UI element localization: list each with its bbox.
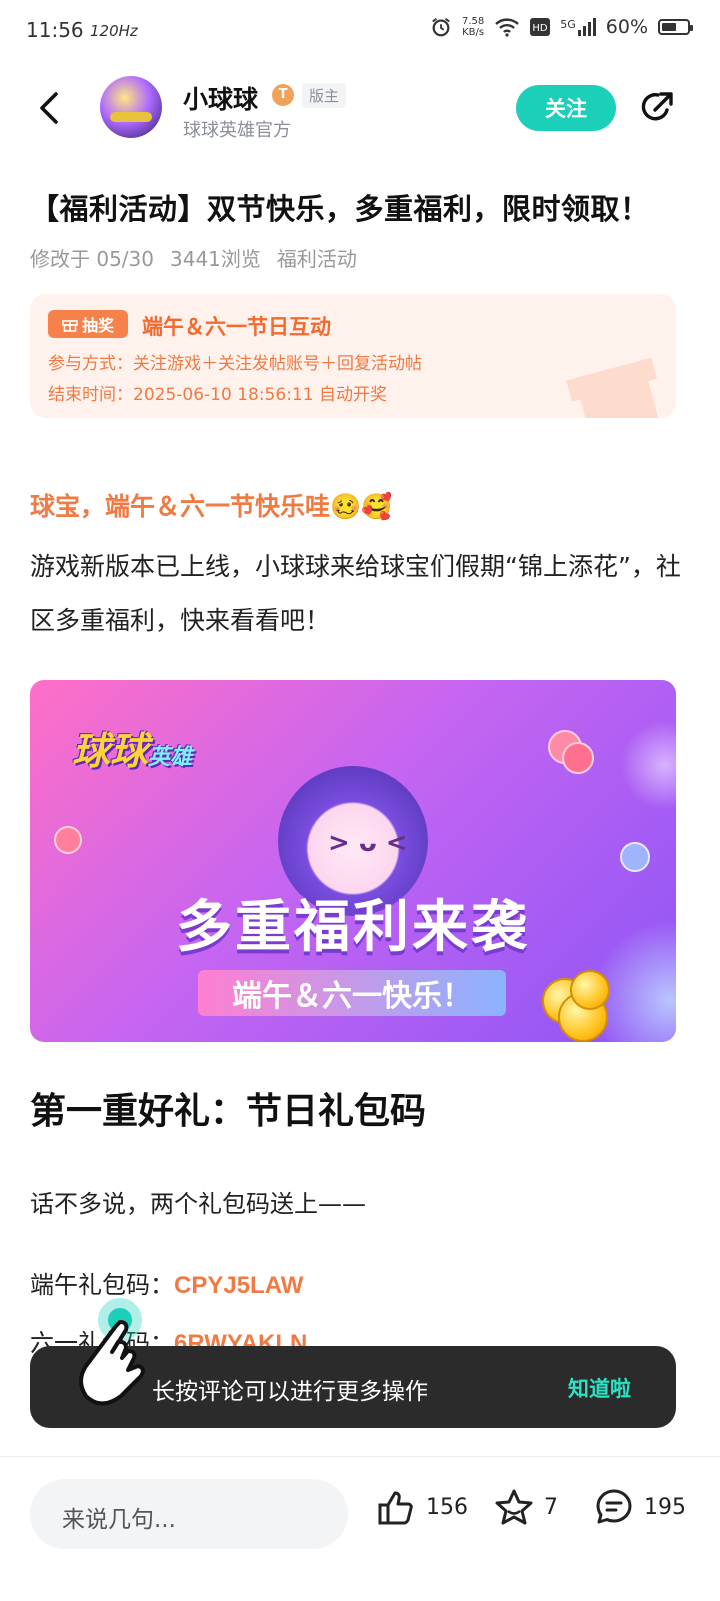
comment-placeholder: 来说几句... [62,1507,176,1533]
status-time: 11:56 [26,18,84,42]
favorite-count: 7 [544,1494,558,1520]
lottery-title: 端午＆六一节日互动 [142,315,331,339]
thumbs-up-icon [378,1491,413,1525]
bottom-action-bar: 来说几句... 156 7 195 [0,1456,720,1601]
gift-code-value[interactable]: CPYJ5LAW [174,1272,303,1299]
battery-percent: 60% [605,16,648,38]
greeting-text: 球宝，端午＆六一节快乐哇🥴🥰 [30,492,393,521]
share-icon[interactable] [637,88,677,128]
author-name[interactable]: 小球球 [183,80,258,116]
network-type: 5G [560,18,576,31]
modified-date: 修改于 05/30 [30,247,154,271]
svg-text:HD: HD [533,23,549,34]
comment-count: 195 [644,1494,686,1520]
alarm-icon [432,17,450,37]
post-meta: 修改于 05/30 3441浏览 福利活动 [30,243,357,272]
game-logo-sub: 英雄 [148,745,193,770]
back-arrow-icon[interactable] [30,88,70,128]
star-icon [495,1489,533,1525]
post-category[interactable]: 福利活动 [277,243,357,272]
signal-indicator: 5G [560,18,596,36]
lottery-tag-label: 抽奖 [81,316,114,335]
avatar[interactable] [100,76,162,138]
wifi-icon [495,18,520,37]
intro-paragraph: 游戏新版本已上线，小球球来给球宝们假期“锦上添花”，社区多重福利，快来看看吧！ [30,552,681,635]
like-count: 156 [426,1494,468,1520]
comment-input[interactable]: 来说几句... [30,1479,348,1549]
banner-subline: 端午＆六一快乐！ [198,970,506,1016]
tap-hand-icon [79,1298,145,1406]
status-bar: 11:56 120Hz 7.58 KB/s HD 5G 60% [0,0,720,64]
net-speed: 7.58 KB/s [462,16,484,38]
section-intro: 话不多说，两个礼包码送上—— [30,1190,366,1218]
comment-button[interactable]: 195 [594,1487,686,1527]
net-speed-value: 7.58 [461,16,485,27]
post-title: 【福利活动】双节快乐，多重福利，限时领取！ [30,192,650,226]
game-logo-main: 球球 [72,729,149,773]
gift-code-row: 端午礼包码：CPYJ5LAW [30,1265,303,1300]
gift-icon [62,320,78,332]
toast-message: 长按评论可以进行更多操作 [152,1379,428,1405]
lottery-participation: 参与方式：关注游戏＋关注发帖账号＋回复活动帖 [48,354,422,374]
like-button[interactable]: 156 [376,1487,468,1527]
follow-button[interactable]: 关注 [516,85,616,131]
favorite-button[interactable]: 7 [494,1487,558,1527]
status-icons: 7.58 KB/s HD 5G 60% [430,16,693,38]
hd-icon: HD [530,18,551,36]
level-badge: T [272,84,294,106]
section-title: 第一重好礼：节日礼包码 [30,1091,427,1132]
gift-decoration-icon [566,357,660,418]
post-header: 小球球 T 版主 球球英雄官方 关注 [0,70,720,150]
refresh-rate: 120Hz [90,22,138,40]
coin-decoration [570,970,610,1010]
comment-bubble-icon [596,1489,632,1524]
net-speed-unit: KB/s [462,27,485,38]
banner-headline: 多重福利来袭 [176,895,530,960]
gift-code-label: 端午礼包码： [30,1271,174,1299]
lottery-card[interactable]: 抽奖 端午＆六一节日互动 参与方式：关注游戏＋关注发帖账号＋回复活动帖 结束时间… [30,294,676,418]
author-subtitle: 球球英雄官方 [183,120,291,141]
toast-dismiss-button[interactable]: 知道啦 [568,1373,631,1403]
banner-image[interactable]: 球球英雄 > ᴗ < 多重福利来袭 端午＆六一快乐！ [30,680,676,1042]
game-logo: 球球英雄 [72,720,192,775]
moderator-badge: 版主 [302,83,347,108]
battery-icon [658,19,693,35]
view-count: 3441浏览 [170,247,261,271]
lottery-tag: 抽奖 [48,310,128,338]
lottery-end-time: 结束时间：2025-06-10 18:56:11 自动开奖 [48,385,387,405]
